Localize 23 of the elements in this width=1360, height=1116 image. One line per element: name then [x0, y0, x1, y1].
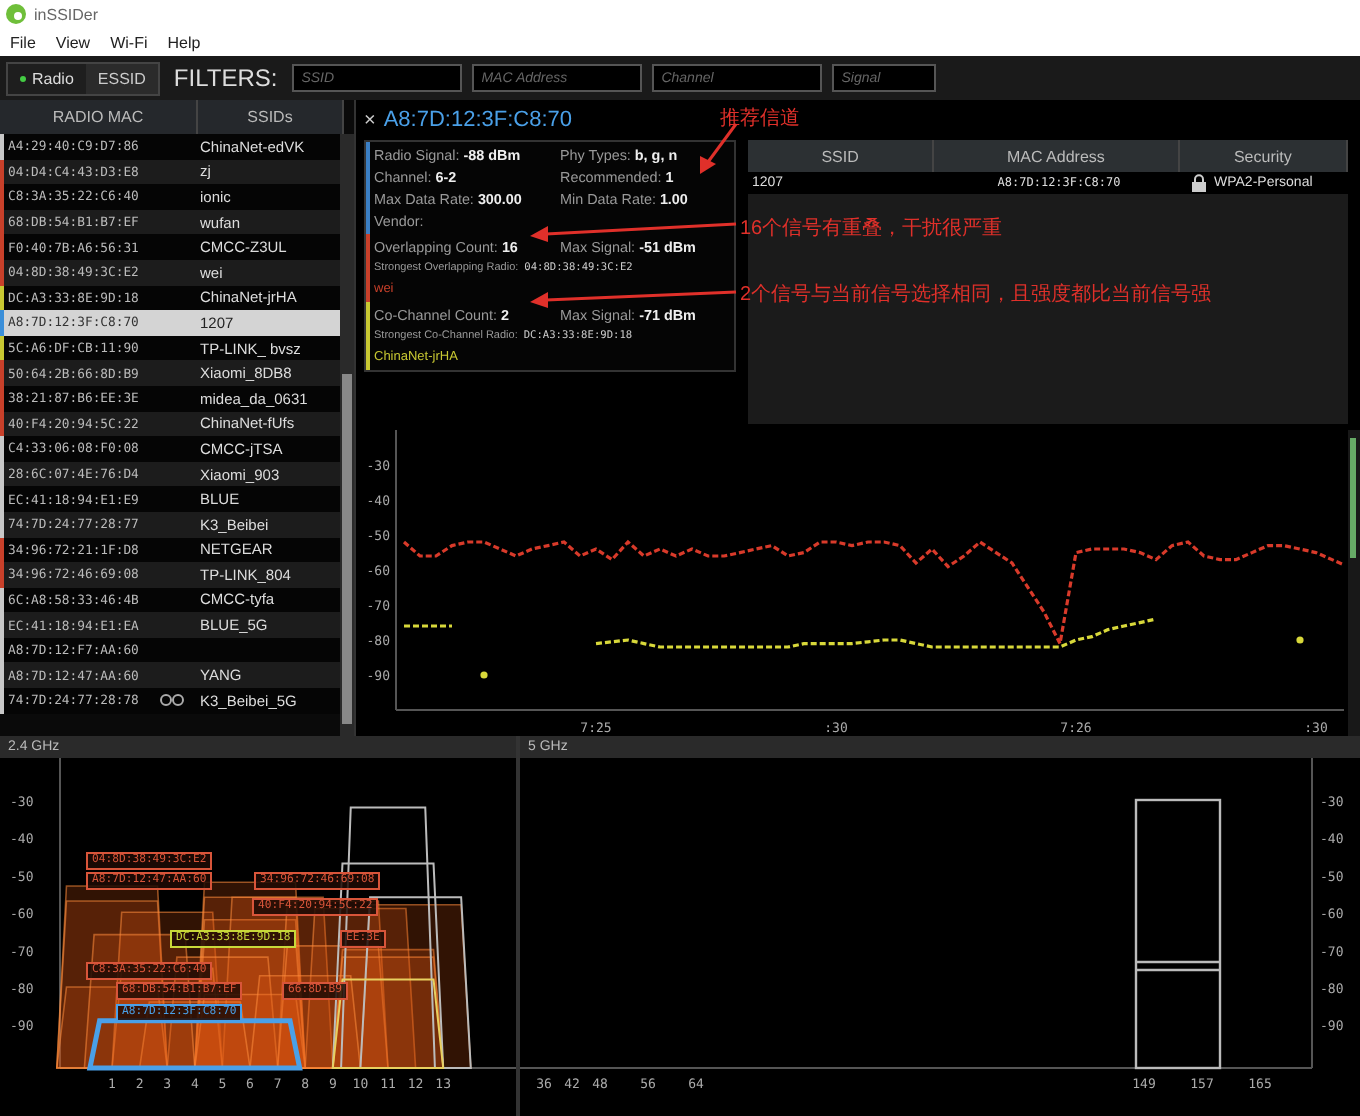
menu-item[interactable]: Help: [167, 33, 201, 51]
annotation-arrow: [700, 123, 738, 174]
detail-title: A8:7D:12:3F:C8:70: [383, 108, 573, 132]
indicator-icon: [20, 75, 26, 81]
annotation-text: 推荐信道: [720, 105, 800, 132]
column-header[interactable]: SSIDs: [198, 100, 344, 134]
scrollbar[interactable]: [340, 134, 354, 736]
close-button[interactable]: ×: [364, 109, 376, 131]
signal-point: [1296, 636, 1304, 644]
scrollbar[interactable]: [1348, 430, 1360, 736]
menu-item[interactable]: View: [55, 33, 91, 51]
menu-item[interactable]: Wi-Fi: [110, 33, 148, 51]
window-title: inSSIDer: [34, 5, 99, 23]
annotation-text: 16个信号有重叠，干扰很严重: [740, 215, 1003, 242]
menu-item[interactable]: File: [10, 33, 36, 51]
annotation-text: 2个信号与当前信号选择相同，且强度都比当前信号强: [740, 281, 1212, 308]
lock-icon: [1192, 174, 1206, 192]
filters-label: FILTERS:: [173, 64, 278, 92]
mode-tab[interactable]: Radio: [8, 63, 86, 93]
column-header[interactable]: RADIO MAC: [0, 100, 198, 134]
scrollbar-thumb[interactable]: [1350, 438, 1356, 558]
scrollbar-thumb[interactable]: [342, 374, 352, 724]
signal-point: [480, 671, 488, 679]
